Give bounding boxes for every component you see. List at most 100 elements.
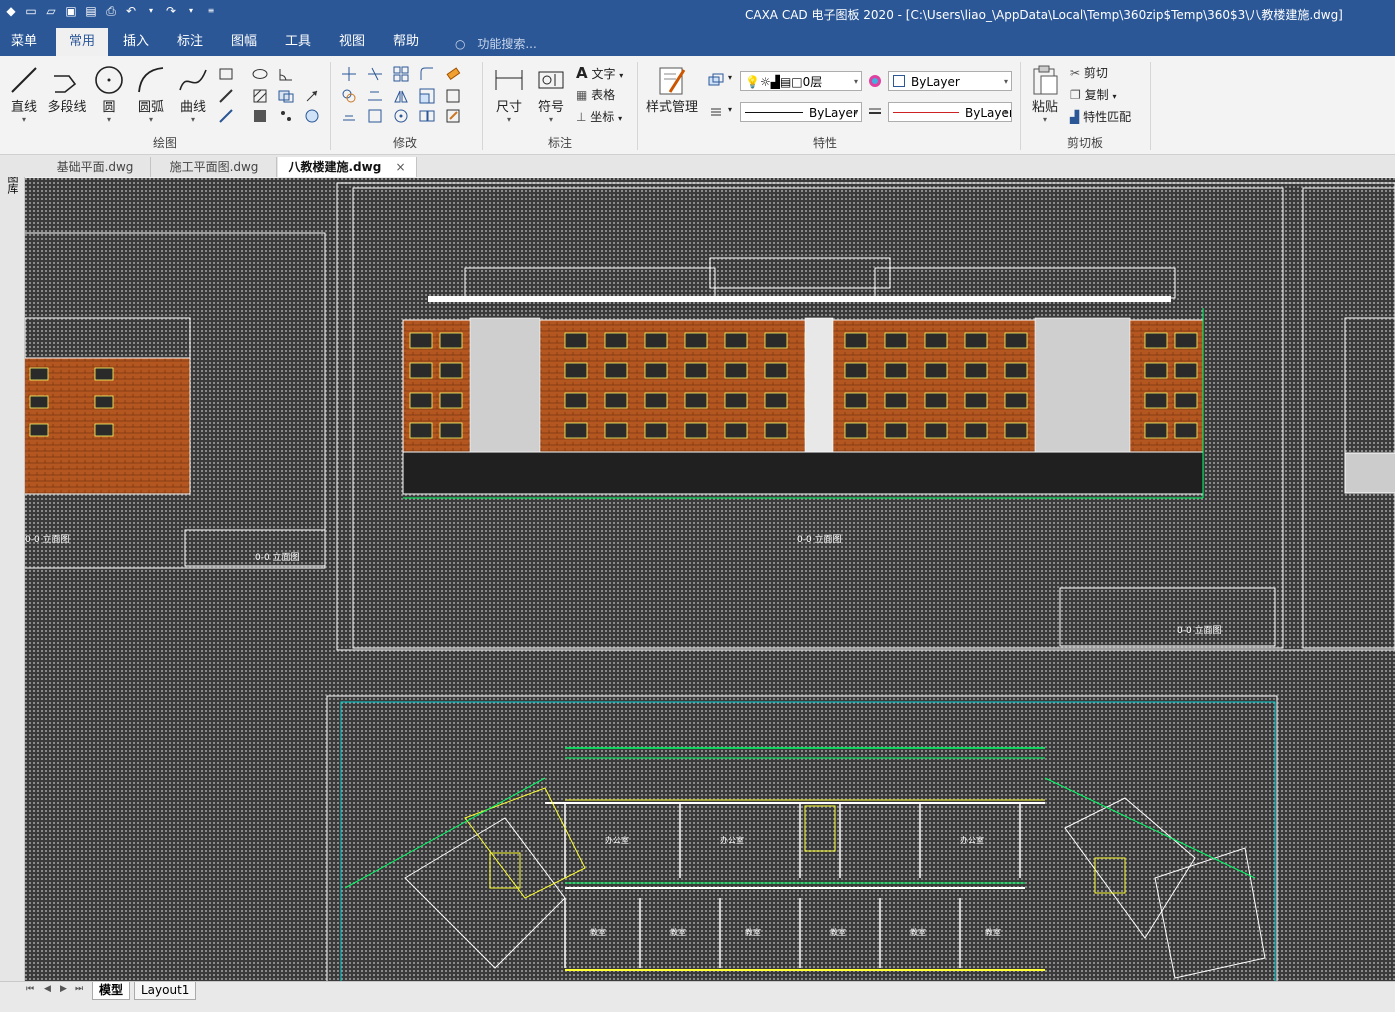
trim-icon[interactable]	[367, 66, 383, 82]
tab-home[interactable]: 常用	[56, 28, 108, 56]
construction-line-icon[interactable]	[218, 88, 234, 104]
customize-qat-icon[interactable]: ≡	[204, 4, 218, 18]
layer-properties-icon[interactable]	[708, 72, 724, 88]
tab-model[interactable]: 模型	[92, 982, 131, 1000]
tab-sheet[interactable]: 图幅	[220, 28, 268, 56]
color-select[interactable]: ByLayer ▾	[888, 71, 1012, 91]
circle-button[interactable]: 圆 ▾	[92, 64, 126, 124]
text-button-label: 文字	[591, 67, 616, 81]
coordinate-button-label: 坐标	[590, 110, 615, 124]
redo-icon[interactable]: ↷	[164, 4, 178, 18]
ribbon-separator	[1020, 62, 1021, 150]
scissors-icon: ✂	[1070, 66, 1081, 80]
match-properties-label: 特性匹配	[1083, 110, 1132, 124]
linetype-select[interactable]: ByLayer ▾	[740, 102, 862, 122]
feature-search-input[interactable]: 功能搜索...	[477, 37, 536, 51]
polyline-button[interactable]: 多段线	[46, 64, 88, 115]
copy-button-label: 复制	[1084, 88, 1109, 102]
tab-layout1[interactable]: Layout1	[134, 982, 197, 1000]
ribbon-separator	[637, 62, 638, 150]
doc-tab-active[interactable]: 八教楼建施.dwg ×	[278, 157, 417, 177]
copy-object-icon[interactable]	[341, 88, 357, 104]
rectangle-icon[interactable]	[218, 66, 234, 82]
boundary-icon[interactable]	[252, 108, 268, 124]
color-value: ByLayer	[911, 75, 960, 89]
dimension-button[interactable]: 尺寸 ▾	[490, 64, 528, 124]
centerline-icon[interactable]	[218, 108, 234, 124]
save-all-icon[interactable]: ▤	[84, 4, 98, 18]
title-block-label: 0-0 立面图	[1177, 624, 1222, 636]
eraser-icon[interactable]	[445, 66, 461, 82]
close-icon[interactable]: ×	[395, 160, 405, 174]
mirror-icon[interactable]	[393, 88, 409, 104]
lineweight-select[interactable]: ByLayer ▾	[888, 102, 1012, 122]
paste-button[interactable]: 粘贴 ▾	[1026, 64, 1064, 124]
tab-tools[interactable]: 工具	[274, 28, 322, 56]
offset-icon[interactable]	[341, 108, 357, 124]
move-icon[interactable]	[341, 66, 357, 82]
line-dropdown-icon: ▾	[21, 115, 26, 124]
tab-view[interactable]: 视图	[328, 28, 376, 56]
coordinate-button[interactable]: ⊥ 坐标 ▾	[576, 108, 622, 125]
explode-icon[interactable]	[445, 88, 461, 104]
list-dropdown-icon[interactable]: ▾	[728, 105, 732, 114]
app-icon[interactable]: ◆	[4, 4, 18, 18]
coordinate-icon: ⊥	[576, 110, 587, 124]
print-icon[interactable]: ⎙	[104, 4, 118, 18]
redo-dropdown-icon[interactable]: ▾	[184, 4, 198, 18]
global-icon[interactable]	[304, 108, 320, 124]
copy-button[interactable]: ❐ 复制 ▾	[1070, 86, 1116, 103]
edit-properties-icon[interactable]	[445, 108, 461, 124]
first-page-icon[interactable]: ⏮	[26, 984, 34, 994]
style-manager-button[interactable]: 样式管理	[644, 64, 700, 115]
line-icon	[11, 67, 37, 93]
color-wheel-icon[interactable]	[867, 73, 883, 89]
match-properties-button[interactable]: ▟ 特性匹配	[1070, 108, 1131, 125]
doc-tab-construction-plan[interactable]: 施工平面图.dwg	[152, 157, 277, 177]
open-folder-icon[interactable]: ▱	[44, 4, 58, 18]
layer-properties-dropdown-icon[interactable]: ▾	[728, 73, 732, 82]
save-icon[interactable]: ▣	[64, 4, 78, 18]
array-icon[interactable]	[393, 66, 409, 82]
layer-select[interactable]: 💡☼▟▤□0层 ▾	[740, 71, 862, 91]
drawing-canvas[interactable]: 0-0 立面图 0-0 立面图 0-0 立面图 0-0 立面图 办公室 办公室 …	[25, 178, 1395, 981]
block-icon[interactable]	[278, 88, 294, 104]
last-page-icon[interactable]: ⏭	[75, 984, 83, 994]
tab-help[interactable]: 帮助	[382, 28, 430, 56]
symbol-icon	[538, 71, 564, 89]
arrow-icon[interactable]	[304, 88, 320, 104]
scale-icon[interactable]	[419, 88, 435, 104]
quick-access-toolbar: ◆ ▭ ▱ ▣ ▤ ⎙ ↶ ▾ ↷ ▾ ≡	[4, 4, 218, 18]
arc-button[interactable]: 圆弧 ▾	[132, 64, 170, 124]
angle-line-icon[interactable]	[278, 66, 294, 82]
undo-dropdown-icon[interactable]: ▾	[144, 4, 158, 18]
points-icon[interactable]	[278, 108, 294, 124]
ribbon-separator	[482, 62, 483, 150]
symbol-button[interactable]: 符号 ▾	[532, 64, 570, 124]
next-page-icon[interactable]: ▶	[60, 984, 67, 994]
doc-tab-foundation-plan[interactable]: 基础平面.dwg	[40, 157, 151, 177]
fillet-icon[interactable]	[419, 66, 435, 82]
undo-icon[interactable]: ↶	[124, 4, 138, 18]
cut-button[interactable]: ✂ 剪切	[1070, 64, 1108, 81]
ellipse-icon[interactable]	[252, 66, 268, 82]
tab-annotate[interactable]: 标注	[166, 28, 214, 56]
list-icon[interactable]	[708, 104, 724, 120]
curve-button[interactable]: 曲线 ▾	[174, 64, 212, 124]
hatch-icon[interactable]	[252, 88, 268, 104]
table-button[interactable]: ▦ 表格	[576, 86, 615, 103]
lineweight-icon[interactable]	[867, 104, 883, 120]
break-icon[interactable]	[419, 108, 435, 124]
rotate-icon[interactable]	[393, 108, 409, 124]
previous-page-icon[interactable]: ◀	[44, 984, 51, 994]
stretch-icon[interactable]	[367, 108, 383, 124]
new-file-icon[interactable]: ▭	[24, 4, 38, 18]
text-button[interactable]: A 文字 ▾	[576, 64, 623, 82]
tab-insert[interactable]: 插入	[112, 28, 160, 56]
line-button[interactable]: 直线 ▾	[6, 64, 42, 124]
menu-main[interactable]: 菜单	[0, 28, 48, 56]
print-icon: ▤	[779, 75, 792, 89]
extend-icon[interactable]	[367, 88, 383, 104]
feature-search[interactable]: ○ 功能搜索...	[455, 35, 537, 52]
left-elevation-label: 0-0 立面图	[25, 533, 70, 545]
